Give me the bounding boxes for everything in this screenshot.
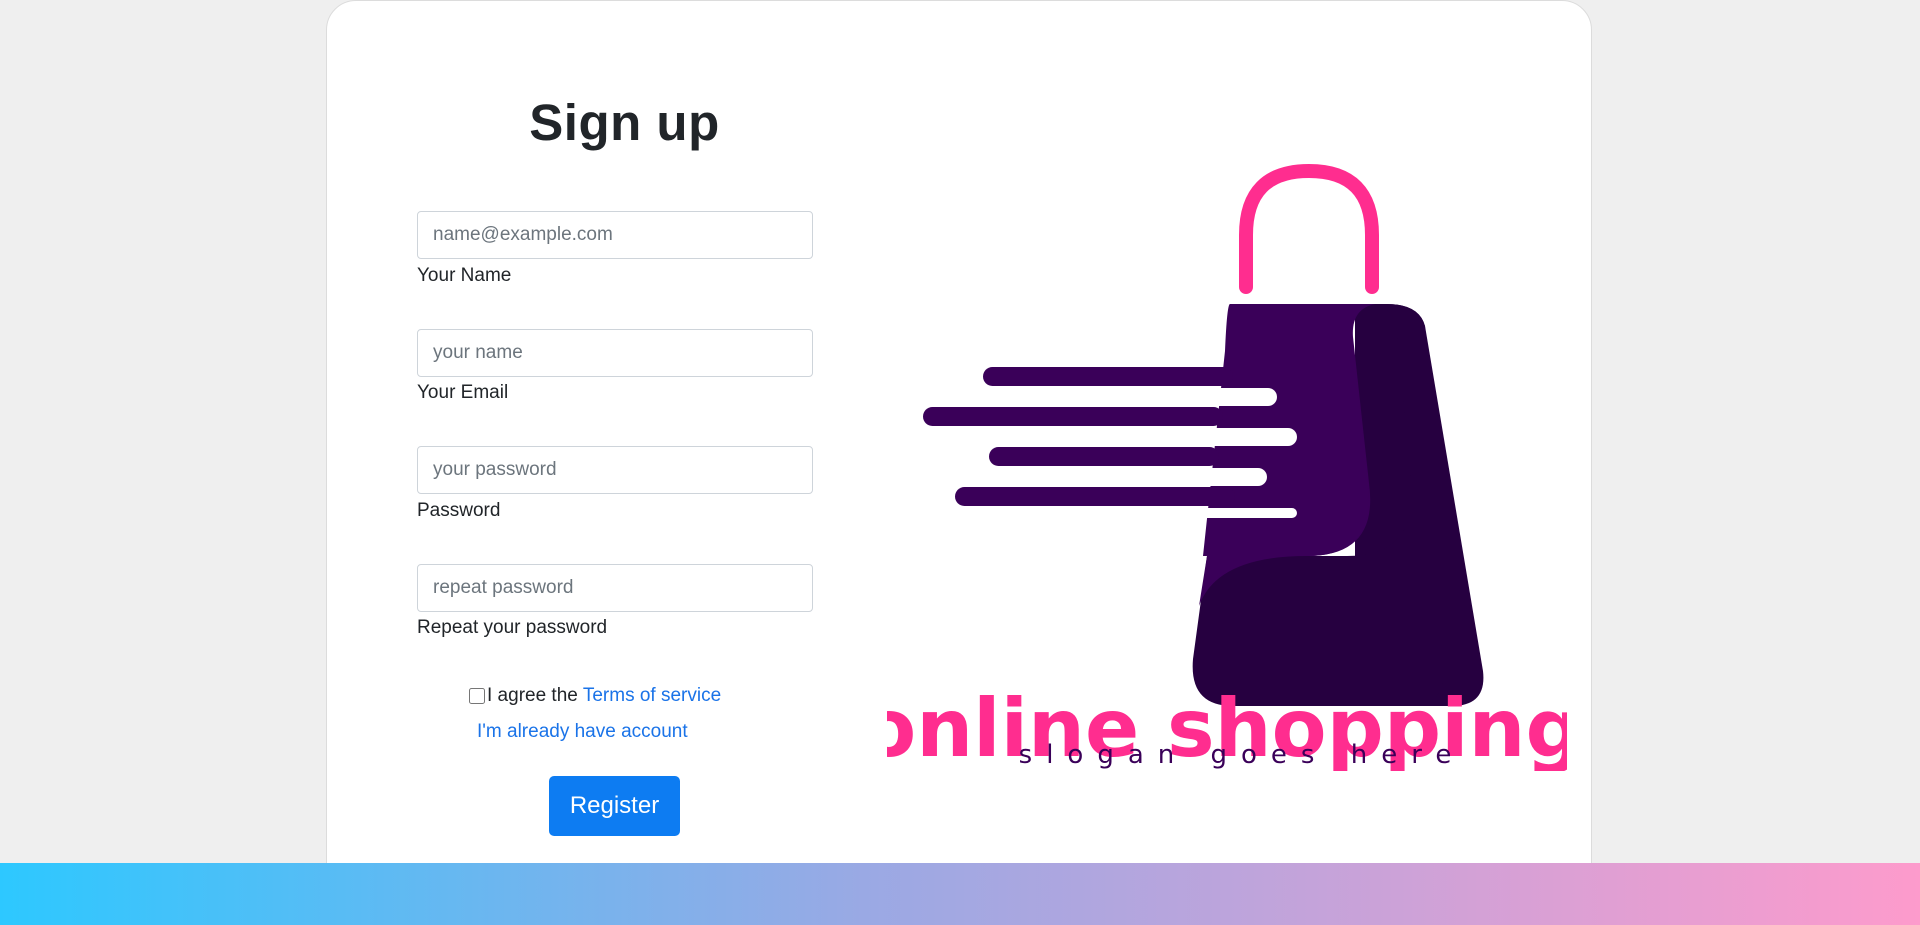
- register-button[interactable]: Register: [549, 776, 680, 836]
- password-label: Password: [417, 500, 501, 521]
- name-label: Your Name: [417, 265, 512, 286]
- terms-checkbox[interactable]: [469, 688, 485, 704]
- page-title: Sign up: [529, 94, 720, 151]
- repeat-password-label: Repeat your password: [417, 617, 608, 638]
- name-input[interactable]: [417, 211, 813, 259]
- signup-card: Sign up Your Name Your Email Password Re…: [326, 0, 1592, 900]
- online-shopping-logo: online shopping slogan goes here: [887, 163, 1567, 771]
- email-label: Your Email: [417, 382, 509, 403]
- bag-handle: [1239, 163, 1379, 294]
- title-wrap: Sign up: [417, 93, 832, 152]
- terms-link[interactable]: Terms of service: [583, 685, 721, 707]
- repeat-password-input[interactable]: [417, 564, 813, 612]
- password-input[interactable]: [417, 446, 813, 494]
- email-input[interactable]: [417, 329, 813, 377]
- terms-agreement: I agree the Terms of service: [469, 685, 721, 707]
- login-link[interactable]: I'm already have account: [477, 721, 688, 743]
- footer-gradient-bar: [0, 863, 1920, 925]
- agree-text: I agree the: [487, 685, 578, 706]
- slogan-text: slogan goes here: [1019, 740, 1466, 770]
